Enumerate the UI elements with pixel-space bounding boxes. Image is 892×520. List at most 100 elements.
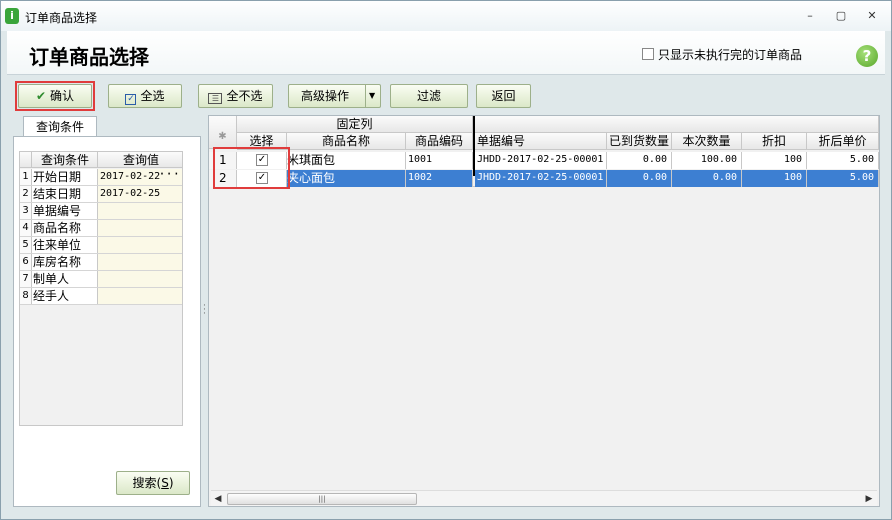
query-row[interactable]: 3 单据编号 — [20, 203, 182, 220]
col-header-current-qty[interactable]: 本次数量 — [672, 133, 742, 150]
col-header-discount[interactable]: 折扣 — [742, 133, 807, 150]
header: 订单商品选择 只显示未执行完的订单商品 ? — [7, 31, 885, 75]
creator-field[interactable] — [98, 271, 182, 287]
handler-field[interactable] — [98, 288, 182, 304]
row-number: 1 — [20, 169, 32, 185]
goods-name-cell: 米琪面包 — [287, 152, 406, 169]
checkmark-icon: ✔ — [35, 89, 47, 103]
goods-name-cell: 夹心面包 — [287, 170, 406, 187]
frozen-columns-divider — [473, 116, 475, 176]
chevron-down-icon[interactable]: ▼ — [369, 85, 375, 107]
goods-code-cell: 1002 — [406, 170, 473, 187]
row-number: 7 — [20, 271, 32, 287]
only-unexecuted-label[interactable]: 只显示未执行完的订单商品 — [658, 46, 802, 63]
deselect-all-label: 全不选 — [226, 89, 263, 103]
confirm-button[interactable]: ✔ 确认 — [18, 84, 92, 108]
start-date-field[interactable]: 2017-02-22 ··· — [98, 169, 182, 185]
col-header-arrived-qty[interactable]: 已到货数量 — [607, 133, 672, 150]
only-unexecuted-checkbox[interactable] — [642, 48, 654, 60]
dropdown-divider — [365, 85, 366, 107]
goods-code-cell: 1001 — [406, 152, 473, 169]
deselect-all-button[interactable]: ☰ 全不选 — [198, 84, 273, 108]
discount-cell: 100 — [742, 170, 807, 187]
discount-cell: 100 — [742, 152, 807, 169]
col-header-select[interactable]: 选择 — [237, 133, 287, 150]
col-header-discounted-price[interactable]: 折后单价 — [807, 133, 879, 150]
close-button[interactable]: ✕ — [865, 9, 879, 23]
col-header-value: 查询值 — [122, 153, 159, 167]
condition-name: 经手人 — [32, 288, 98, 304]
scroll-columns-group-header — [473, 116, 879, 133]
row-number: 2 — [20, 186, 32, 202]
current-qty-cell[interactable]: 0.00 — [672, 170, 742, 187]
col-header-doc-number[interactable]: 单据编号 — [475, 133, 607, 150]
row-checkbox-checked[interactable]: ✓ — [256, 154, 268, 166]
select-all-button[interactable]: ✓ 全选 — [108, 84, 182, 108]
col-header-goods-name[interactable]: 商品名称 — [287, 133, 406, 150]
query-row[interactable]: 2 结束日期 2017-02-25 — [20, 186, 182, 203]
row-number: 2 — [209, 170, 237, 187]
scroll-left-icon[interactable]: ◀ — [212, 492, 224, 506]
query-table-header: 查询条件 查询值 — [20, 152, 182, 168]
query-row[interactable]: 8 经手人 — [20, 288, 182, 305]
table-row-selected[interactable]: 2 ✓ 夹心面包 1002 JHDD-2017-02-25-00001 0.00… — [209, 170, 879, 187]
splitter-handle[interactable]: · · · — [203, 302, 206, 319]
confirm-label: 确认 — [50, 89, 75, 103]
filter-button[interactable]: 过滤 — [390, 84, 468, 108]
search-button[interactable]: 搜索(S) — [116, 471, 190, 495]
query-row[interactable]: 5 往来单位 — [20, 237, 182, 254]
discounted-price-cell: 5.00 — [807, 152, 879, 169]
goods-grid: ✱ 固定列 选择 商品名称 商品编码 单据编号 已到货数量 本次数量 折扣 折后… — [208, 115, 880, 507]
goods-name-field[interactable] — [98, 220, 182, 236]
help-icon[interactable]: ? — [856, 45, 878, 67]
query-row[interactable]: 1 开始日期 2017-02-22 ··· — [20, 169, 182, 186]
scrollbar-thumb[interactable]: ||| — [227, 493, 417, 505]
back-button[interactable]: 返回 — [476, 84, 531, 108]
row-number: 4 — [20, 220, 32, 236]
fixed-columns-group-header: 固定列 — [237, 116, 473, 133]
condition-name: 制单人 — [32, 271, 98, 287]
partner-field[interactable] — [98, 237, 182, 253]
page-title: 订单商品选择 — [29, 45, 149, 69]
query-row[interactable]: 4 商品名称 — [20, 220, 182, 237]
condition-name: 商品名称 — [32, 220, 98, 236]
condition-name: 结束日期 — [32, 186, 98, 202]
header-corner — [20, 152, 32, 167]
condition-name: 单据编号 — [32, 203, 98, 219]
row-checkbox-checked[interactable]: ✓ — [256, 172, 268, 184]
col-header-goods-code[interactable]: 商品编码 — [406, 133, 473, 150]
window-title: 订单商品选择 — [25, 11, 98, 25]
end-date-field[interactable]: 2017-02-25 — [98, 186, 182, 202]
row-number: 1 — [209, 152, 237, 169]
row-number: 6 — [20, 254, 32, 270]
col-header-condition: 查询条件 — [32, 152, 98, 167]
row-select-cell[interactable]: ✓ — [237, 152, 287, 169]
query-row[interactable]: 7 制单人 — [20, 271, 182, 288]
arrived-qty-cell: 0.00 — [607, 170, 672, 187]
app-icon: i — [5, 8, 19, 24]
minimize-button[interactable]: – — [803, 9, 817, 23]
grid-corner-star: ✱ — [209, 116, 237, 149]
tab-query-conditions[interactable]: 查询条件 — [23, 116, 97, 137]
discounted-price-cell: 5.00 — [807, 170, 879, 187]
scroll-right-icon[interactable]: ▶ — [863, 492, 875, 506]
current-qty-cell[interactable]: 100.00 — [672, 152, 742, 169]
warehouse-field[interactable] — [98, 254, 182, 270]
doc-number-field[interactable] — [98, 203, 182, 219]
maximize-button[interactable]: ▢ — [834, 9, 848, 23]
advanced-ops-label: 高级操作 — [301, 89, 350, 103]
horizontal-scrollbar[interactable]: ◀ ||| ▶ — [211, 490, 877, 506]
query-row[interactable]: 6 库房名称 — [20, 254, 182, 271]
arrived-qty-cell: 0.00 — [607, 152, 672, 169]
condition-name: 库房名称 — [32, 254, 98, 270]
doc-number-cell: JHDD-2017-02-25-00001 — [475, 152, 607, 169]
advanced-ops-button[interactable]: 高级操作 ▼ — [288, 84, 381, 108]
start-date-value: 2017-02-22 — [100, 171, 161, 182]
table-row[interactable]: 1 ✓ 米琪面包 1001 JHDD-2017-02-25-00001 0.00… — [209, 152, 879, 169]
select-all-label: 全选 — [140, 89, 165, 103]
search-label: 搜索 — [132, 476, 157, 490]
ellipsis-icon[interactable]: ··· — [158, 169, 180, 182]
condition-name: 开始日期 — [32, 169, 98, 185]
query-conditions-table: 查询条件 查询值 1 开始日期 2017-02-22 ··· 2 结束日期 201… — [19, 151, 183, 426]
row-select-cell[interactable]: ✓ — [237, 170, 287, 187]
